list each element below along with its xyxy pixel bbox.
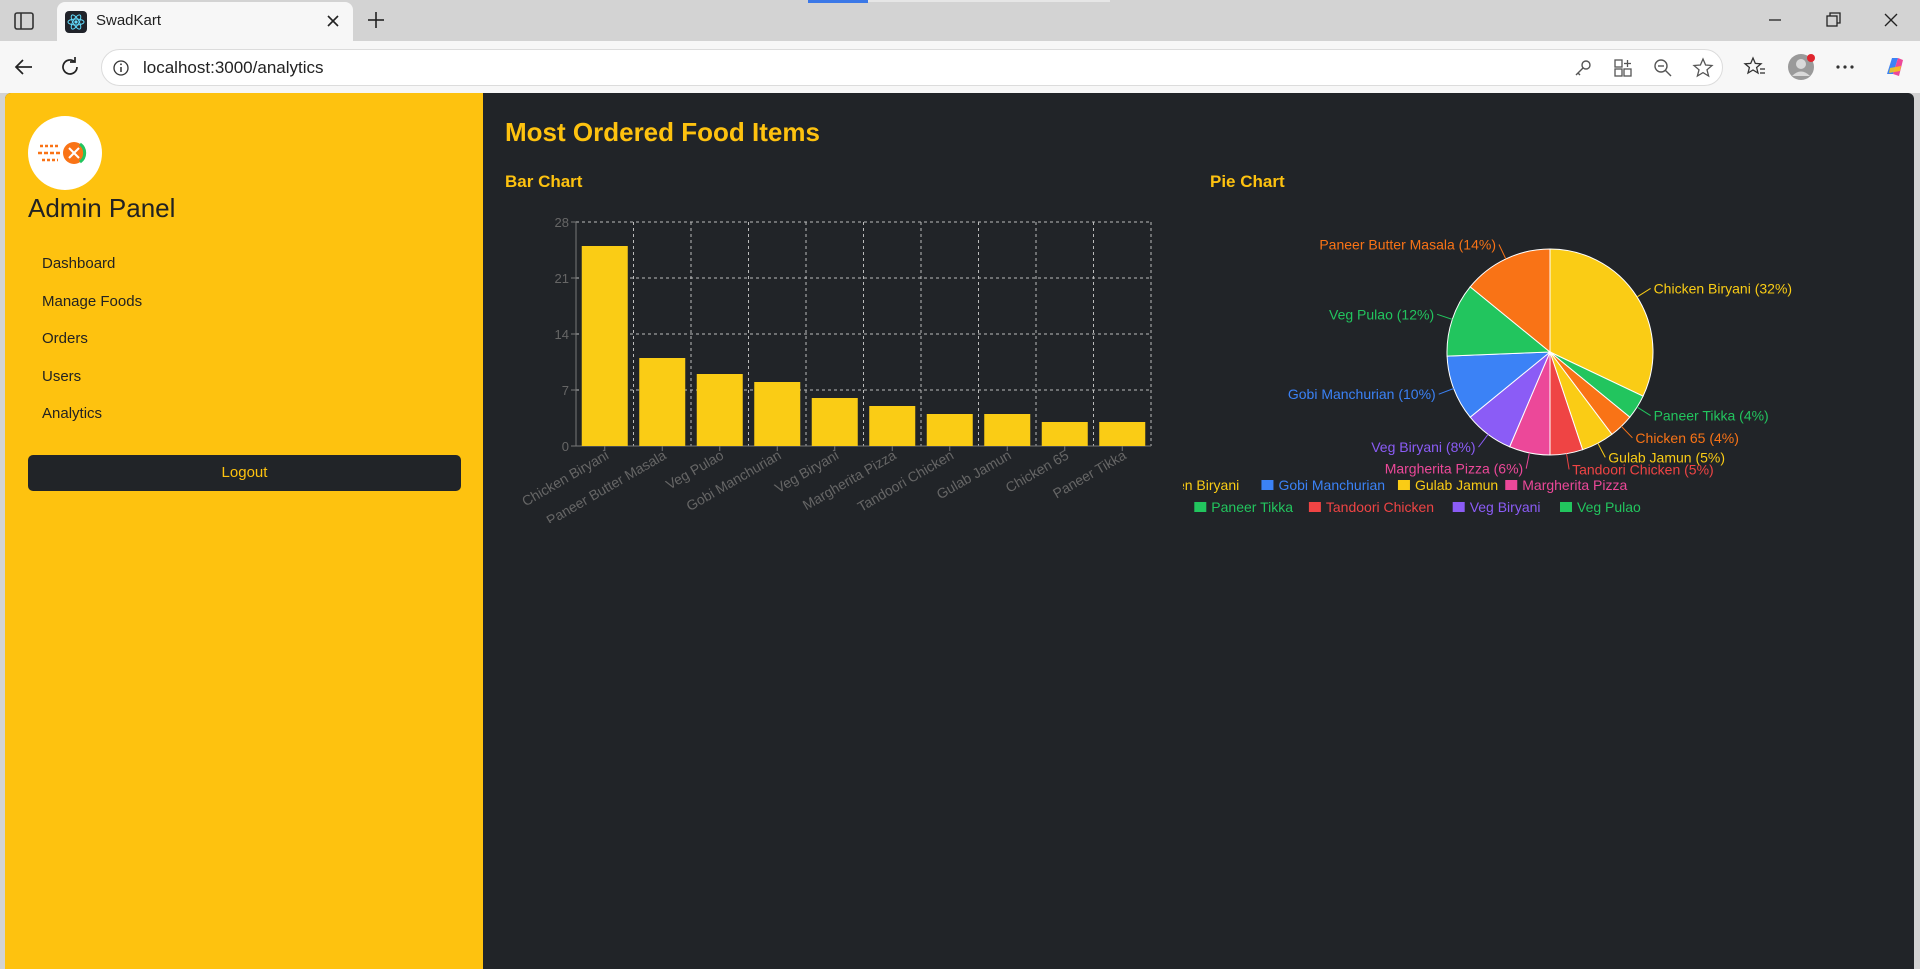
- legend-swatch: [1194, 502, 1207, 512]
- pie-slice-label: Paneer Butter Masala (14%): [1319, 236, 1496, 252]
- more-options-icon[interactable]: [1833, 55, 1857, 79]
- pie-label-line: [1525, 452, 1530, 469]
- swadkart-logo: [28, 116, 102, 190]
- legend-label: Veg Biryani: [1470, 499, 1541, 515]
- legend-row: Chicken 65Chicken BiryaniGobi Manchurian…: [1183, 477, 1628, 493]
- y-tick-label: 0: [562, 439, 569, 454]
- site-info-icon[interactable]: [112, 59, 130, 77]
- close-tab-icon[interactable]: [323, 11, 343, 31]
- pie-chart: Chicken Biryani (32%) Paneer Tikka (4%) Ch…: [1183, 236, 1793, 515]
- page-title: Most Ordered Food Items: [505, 117, 820, 147]
- pie-label-line: [1566, 453, 1570, 470]
- favorites-icon[interactable]: [1743, 55, 1767, 79]
- pie-label-line: [1436, 313, 1453, 320]
- bar: [869, 406, 916, 446]
- url-text[interactable]: localhost:3000/analytics: [143, 58, 324, 78]
- legend-label: Tandoori Chicken: [1326, 499, 1434, 515]
- bar: [984, 414, 1031, 446]
- browser-toolbar: localhost:3000/analytics: [0, 41, 1920, 93]
- y-tick-label: 7: [562, 383, 569, 398]
- pie-label-line: [1636, 406, 1651, 417]
- legend-label: Margherita Pizza: [1522, 477, 1627, 493]
- back-icon[interactable]: [12, 55, 36, 79]
- bar: [696, 374, 743, 446]
- browser-tab-active[interactable]: SwadKart: [57, 2, 353, 41]
- logout-button[interactable]: Logout: [28, 455, 461, 491]
- react-favicon-icon: [65, 11, 87, 33]
- favorite-star-icon[interactable]: [1692, 57, 1714, 79]
- tab-actions-icon[interactable]: [12, 10, 36, 32]
- legend-label: Gobi Manchurian: [1278, 477, 1385, 493]
- pie-label-line: [1620, 425, 1633, 439]
- y-tick-label: 21: [555, 271, 569, 286]
- bar: [754, 382, 801, 446]
- apps-icon[interactable]: [1612, 57, 1634, 79]
- bar: [581, 246, 628, 446]
- nav-analytics[interactable]: Analytics: [42, 405, 102, 422]
- bar: [639, 358, 686, 446]
- zoom-out-icon[interactable]: [1652, 57, 1674, 79]
- tabstrip-accent: [808, 0, 868, 3]
- pie-slice-label: Margherita Pizza (6%): [1385, 461, 1524, 477]
- tabstrip-accent-light: [868, 0, 1110, 2]
- legend-swatch: [1261, 480, 1274, 490]
- nav-dashboard[interactable]: Dashboard: [42, 255, 115, 272]
- browser-tabstrip: SwadKart: [0, 0, 1920, 41]
- legend-row: Paneer Butter MasalaPaneer TikkaTandoori…: [1194, 499, 1641, 515]
- refresh-icon[interactable]: [58, 55, 82, 79]
- minimize-icon[interactable]: [1763, 8, 1787, 32]
- close-window-icon[interactable]: [1879, 8, 1903, 32]
- pie-label-line: [1636, 287, 1651, 298]
- app-root: Admin Panel Dashboard Manage Foods Order…: [5, 93, 1914, 969]
- pie-slice-label: Tandoori Chicken (5%): [1572, 461, 1714, 477]
- pie-slice-label: Chicken 65 (4%): [1635, 430, 1739, 446]
- admin-sidebar: Admin Panel Dashboard Manage Foods Order…: [5, 93, 483, 969]
- new-tab-icon[interactable]: [364, 8, 388, 32]
- bar: [1099, 422, 1146, 446]
- pie-slice-label: Veg Pulao (12%): [1329, 306, 1434, 322]
- nav-users[interactable]: Users: [42, 368, 81, 385]
- analytics-main: Most Ordered Food Items Bar Chart Pie Ch…: [483, 93, 1914, 969]
- x-tick-label: Gobi Manchurian: [683, 447, 783, 514]
- bar: [811, 398, 858, 446]
- bar: [1041, 422, 1088, 446]
- password-key-icon[interactable]: [1572, 57, 1594, 79]
- pie-label-line: [1597, 442, 1606, 458]
- nav-manage-foods[interactable]: Manage Foods: [42, 293, 142, 310]
- pie-slice-label: Chicken Biryani (32%): [1654, 280, 1793, 296]
- address-bar[interactable]: localhost:3000/analytics: [101, 49, 1723, 86]
- pie-label-line: [1498, 244, 1507, 260]
- pie-slice-label: Veg Biryani (8%): [1371, 439, 1475, 455]
- pie-slice-label: Gobi Manchurian (10%): [1288, 386, 1436, 402]
- bar: [926, 414, 973, 446]
- restore-icon[interactable]: [1821, 8, 1845, 32]
- profile-avatar-icon[interactable]: [1787, 53, 1815, 81]
- admin-panel-title: Admin Panel: [28, 193, 176, 223]
- pie-label-line: [1478, 434, 1489, 448]
- bar-chart: 07142128Chicken BiryaniPaneer Butter Mas…: [519, 215, 1152, 523]
- tab-title: SwadKart: [96, 12, 162, 29]
- legend-swatch: [1505, 480, 1518, 490]
- legend-swatch: [1397, 480, 1410, 490]
- legend-swatch: [1308, 502, 1321, 512]
- pie-slice-label: Paneer Tikka (4%): [1654, 408, 1769, 424]
- legend-label: Paneer Tikka: [1211, 499, 1293, 515]
- legend-label: Veg Pulao: [1577, 499, 1641, 515]
- copilot-icon[interactable]: [1882, 54, 1908, 80]
- y-tick-label: 14: [555, 327, 569, 342]
- pie-label-line: [1438, 388, 1454, 395]
- legend-label: Chicken Biryani: [1183, 477, 1239, 493]
- y-tick-label: 28: [555, 215, 569, 230]
- legend-label: Gulab Jamun: [1415, 477, 1498, 493]
- nav-orders[interactable]: Orders: [42, 330, 88, 347]
- legend-swatch: [1452, 502, 1465, 512]
- x-tick-label: Tandoori Chicken: [855, 447, 957, 515]
- legend-swatch: [1560, 502, 1572, 512]
